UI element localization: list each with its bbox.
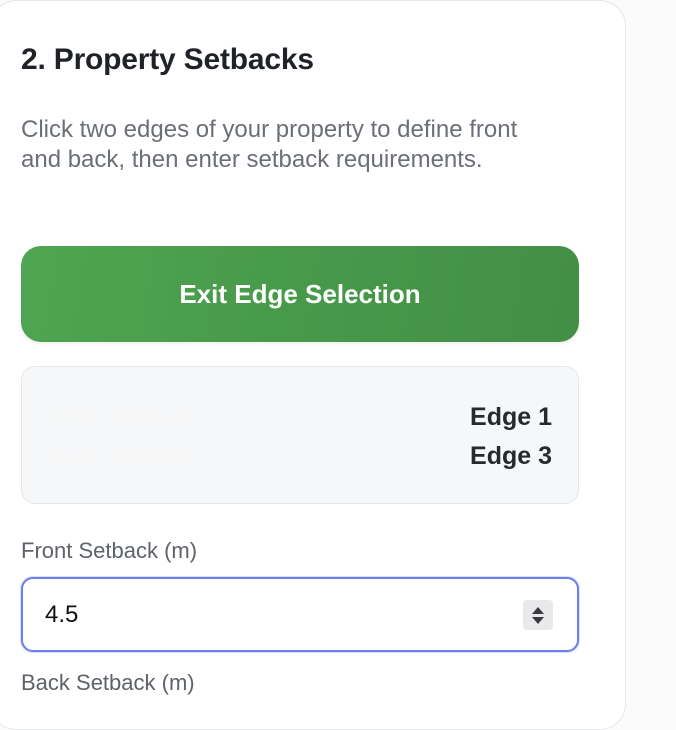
section-description: Click two edges of your property to defi… [21,116,518,173]
front-edge-label: Front Setback: [48,403,205,430]
setbacks-panel: 2. Property Setbacks Click two edges of … [0,0,626,730]
front-edge-row: Front Setback: Edge 1 [48,401,552,433]
stepper-up-icon[interactable] [532,606,544,614]
number-stepper-icon[interactable] [523,600,553,630]
exit-edge-selection-button[interactable]: Exit Edge Selection [21,246,579,342]
back-edge-label: Back Setback: [48,442,202,469]
edge-selection-summary: Front Setback: Edge 1 Back Setback: Edge… [21,366,579,504]
front-setback-label: Front Setback (m) [21,538,198,563]
back-setback-label: Back Setback (m) [21,670,195,695]
back-edge-value: Edge 3 [470,441,552,470]
front-setback-field[interactable] [21,577,579,652]
back-edge-row: Back Setback: Edge 3 [48,440,552,472]
front-edge-value: Edge 1 [470,402,552,431]
front-setback-input[interactable] [45,579,525,650]
stepper-down-icon[interactable] [532,616,544,624]
section-title: 2. Property Setbacks [21,43,314,76]
